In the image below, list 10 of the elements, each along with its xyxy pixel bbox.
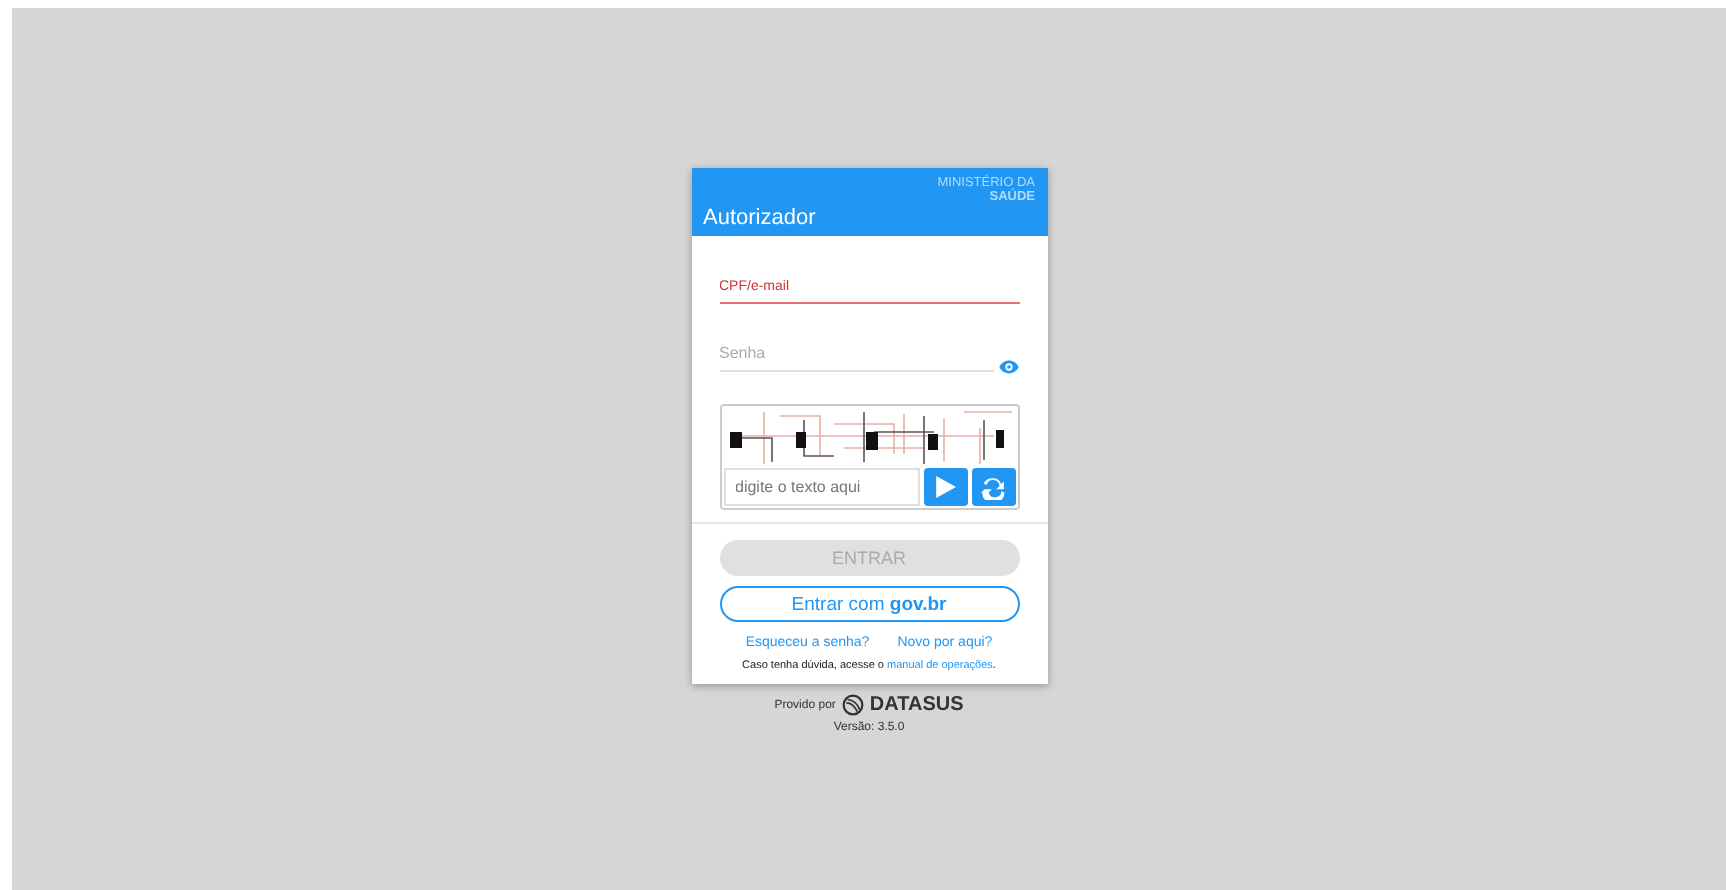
refresh-icon — [980, 474, 1006, 500]
app-title: Autorizador — [703, 206, 816, 230]
captcha-input[interactable]: digite o texto aqui — [723, 468, 919, 506]
play-button[interactable] — [923, 468, 967, 506]
logo-text: DATASUS — [869, 694, 964, 716]
refresh-button[interactable] — [971, 468, 1015, 506]
govbr-button[interactable]: Entrar com gov.br — [719, 586, 1019, 622]
play-icon — [934, 476, 956, 498]
logo-icon — [841, 694, 864, 716]
eye-icon[interactable] — [997, 356, 1019, 378]
